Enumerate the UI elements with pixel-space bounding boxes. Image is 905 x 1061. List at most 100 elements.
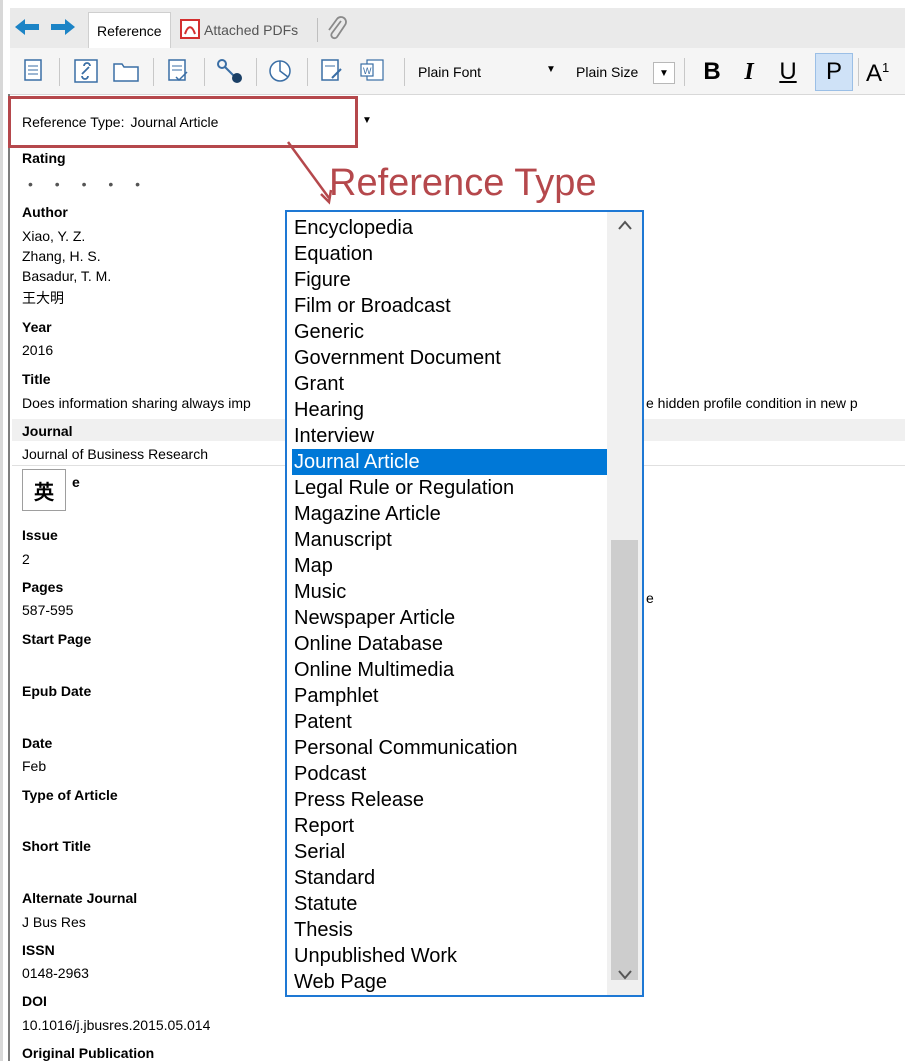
date-label: Date <box>22 735 53 751</box>
dropdown-option[interactable]: Figure <box>292 267 612 293</box>
dropdown-option[interactable]: Newspaper Article <box>292 605 612 631</box>
dropdown-option[interactable]: Report <box>292 813 612 839</box>
size-dropdown-button[interactable]: ▼ <box>653 62 675 84</box>
toolbar-divider <box>256 58 257 86</box>
plain-button[interactable]: P <box>815 53 853 91</box>
dropdown-option[interactable]: Web Page <box>292 969 612 995</box>
dropdown-option[interactable]: Personal Communication <box>292 735 612 761</box>
tab-divider <box>317 18 318 42</box>
doi-value[interactable]: 10.1016/j.jbusres.2015.05.014 <box>22 1017 210 1033</box>
pdf-icon <box>180 18 200 42</box>
pages-value[interactable]: 587-595 <box>22 602 73 618</box>
left-border <box>0 0 3 1061</box>
dropdown-option[interactable]: Government Document <box>292 345 612 371</box>
tab-attached-pdfs[interactable]: Attached PDFs <box>180 12 298 48</box>
type-of-article-label: Type of Article <box>22 787 118 803</box>
rating-stars[interactable]: • • • • • <box>28 176 149 192</box>
checklist-icon[interactable] <box>164 56 192 86</box>
word-document-icon[interactable]: W <box>358 56 386 86</box>
doi-label: DOI <box>22 993 47 1009</box>
superscript-letter: A <box>866 60 883 87</box>
dropdown-option[interactable]: Online Multimedia <box>292 657 612 683</box>
rating-label: Rating <box>22 150 66 166</box>
journal-value[interactable]: Journal of Business Research <box>22 446 208 462</box>
tab-reference[interactable]: Reference <box>88 12 171 49</box>
dropdown-option[interactable]: Generic <box>292 319 612 345</box>
year-label: Year <box>22 319 52 335</box>
alternate-journal-value[interactable]: J Bus Res <box>22 914 86 930</box>
folder-icon[interactable] <box>112 56 140 86</box>
author-value[interactable]: Zhang, H. S. <box>22 248 101 264</box>
date-value[interactable]: Feb <box>22 758 46 774</box>
superscript-button[interactable]: A1 <box>866 60 889 88</box>
background-text-fragment: e <box>646 590 654 606</box>
edit-document-icon[interactable] <box>318 56 346 86</box>
tab-attached-pdfs-label: Attached PDFs <box>204 22 299 38</box>
dropdown-option[interactable]: Unpublished Work <box>292 943 612 969</box>
insert-citation-icon[interactable] <box>20 56 48 86</box>
title-value-continued[interactable]: e hidden profile condition in new p <box>646 395 858 411</box>
year-value[interactable]: 2016 <box>22 342 53 358</box>
bold-button[interactable]: B <box>697 56 727 88</box>
dropdown-option[interactable]: Encyclopedia <box>292 215 612 241</box>
italic-button[interactable]: I <box>734 56 764 88</box>
tab-reference-label: Reference <box>97 23 162 39</box>
volume-label: e <box>72 474 80 490</box>
dropdown-option[interactable]: Statute <box>292 891 612 917</box>
scrollbar-thumb[interactable] <box>611 540 638 980</box>
author-value[interactable]: Basadur, T. M. <box>22 268 111 284</box>
toolbar-divider <box>59 58 60 86</box>
dropdown-option[interactable]: Serial <box>292 839 612 865</box>
dropdown-option[interactable]: Standard <box>292 865 612 891</box>
dropdown-option[interactable]: Map <box>292 553 612 579</box>
superscript-digit: 1 <box>882 60 890 75</box>
size-select[interactable]: Plain Size <box>576 64 638 80</box>
svg-text:W: W <box>363 66 372 76</box>
ime-indicator: 英 <box>22 469 66 511</box>
issn-value[interactable]: 0148-2963 <box>22 965 89 981</box>
toolbar-divider <box>307 58 308 86</box>
dropdown-option[interactable]: Manuscript <box>292 527 612 553</box>
underline-button[interactable]: U <box>773 56 803 88</box>
issue-label: Issue <box>22 527 58 543</box>
dropdown-option[interactable]: Press Release <box>292 787 612 813</box>
font-dropdown-caret-icon[interactable]: ▼ <box>546 64 556 75</box>
forward-arrow-icon[interactable] <box>50 14 76 40</box>
epub-date-label: Epub Date <box>22 683 92 699</box>
title-label: Title <box>22 371 51 387</box>
title-value[interactable]: Does information sharing always imp <box>22 395 251 411</box>
font-select[interactable]: Plain Font <box>418 64 481 80</box>
dropdown-option[interactable]: Hearing <box>292 397 612 423</box>
dropdown-option[interactable]: Patent <box>292 709 612 735</box>
globe-icon[interactable] <box>266 56 294 86</box>
scroll-down-chevron-icon[interactable] <box>612 964 638 986</box>
author-value[interactable]: 王大明 <box>22 288 64 308</box>
dropdown-option[interactable]: Legal Rule or Regulation <box>292 475 612 501</box>
dropdown-option[interactable]: Magazine Article <box>292 501 612 527</box>
paperclip-icon[interactable] <box>326 16 348 42</box>
back-arrow-icon[interactable] <box>14 14 40 40</box>
callout-highlight-box <box>8 96 358 148</box>
start-page-label: Start Page <box>22 631 92 647</box>
dropdown-option[interactable]: Interview <box>292 423 612 449</box>
dropdown-option[interactable]: Music <box>292 579 612 605</box>
dropdown-option-selected[interactable]: Journal Article <box>292 449 612 475</box>
dropdown-option[interactable]: Equation <box>292 241 612 267</box>
reference-type-dropdown-list[interactable]: Encyclopedia Equation Figure Film or Bro… <box>285 210 644 997</box>
link-icon[interactable] <box>72 56 100 86</box>
issue-value[interactable]: 2 <box>22 551 30 567</box>
pages-label: Pages <box>22 579 64 595</box>
dropdown-option[interactable]: Film or Broadcast <box>292 293 612 319</box>
dropdown-option[interactable]: Online Database <box>292 631 612 657</box>
reference-type-caret-icon[interactable]: ▼ <box>362 115 372 126</box>
dropdown-option[interactable]: Grant <box>292 371 612 397</box>
scroll-up-chevron-icon[interactable] <box>612 214 638 236</box>
author-label: Author <box>22 204 68 220</box>
dropdown-option[interactable]: Podcast <box>292 761 612 787</box>
short-title-label: Short Title <box>22 838 91 854</box>
callout-label: Reference Type <box>329 162 597 204</box>
find-fulltext-icon[interactable] <box>216 56 244 86</box>
dropdown-option[interactable]: Pamphlet <box>292 683 612 709</box>
dropdown-option[interactable]: Thesis <box>292 917 612 943</box>
author-value[interactable]: Xiao, Y. Z. <box>22 228 85 244</box>
